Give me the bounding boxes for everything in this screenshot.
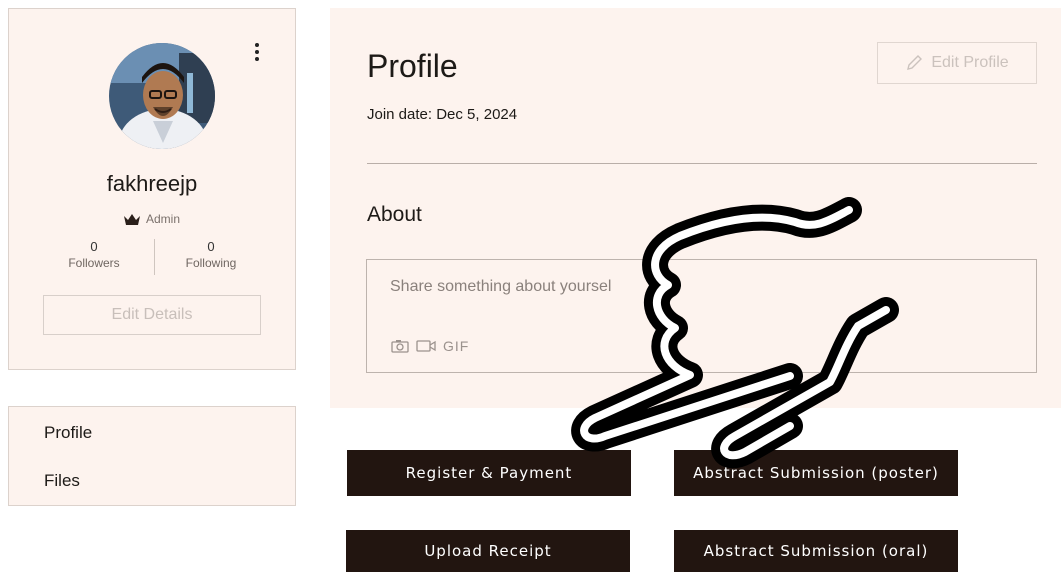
crown-icon <box>123 214 140 225</box>
edit-details-button[interactable]: Edit Details <box>43 295 261 335</box>
role-badge: Admin <box>9 212 295 226</box>
role-label: Admin <box>145 212 180 226</box>
stat-divider <box>154 239 155 275</box>
avatar-image <box>109 43 215 149</box>
more-vertical-icon[interactable] <box>249 39 265 65</box>
edit-profile-label: Edit Profile <box>931 54 1009 71</box>
register-payment-button[interactable]: Register & Payment <box>347 450 631 496</box>
video-icon[interactable] <box>416 339 436 353</box>
following-label: Following <box>185 256 237 270</box>
abstract-oral-button[interactable]: Abstract Submission (oral) <box>674 530 958 572</box>
about-placeholder: Share something about yoursel <box>390 278 612 295</box>
profile-panel: Profile Join date: Dec 5, 2024 Edit Prof… <box>330 8 1061 408</box>
following-count: 0 <box>207 239 215 254</box>
pencil-icon <box>907 55 923 70</box>
camera-icon[interactable] <box>391 339 409 353</box>
join-date: Join date: Dec 5, 2024 <box>367 106 518 123</box>
abstract-poster-button[interactable]: Abstract Submission (poster) <box>674 450 958 496</box>
media-toolbar: GIF <box>391 338 469 354</box>
side-menu: Profile Files <box>8 406 296 506</box>
page-title: Profile <box>367 48 458 84</box>
upload-receipt-button[interactable]: Upload Receipt <box>346 530 630 572</box>
avatar[interactable] <box>109 43 215 149</box>
gif-button[interactable]: GIF <box>443 338 469 354</box>
profile-card: fakhreejp Admin 0 Followers 0 Following … <box>8 8 296 370</box>
profile-username: fakhreejp <box>106 171 198 196</box>
about-input[interactable]: Share something about yoursel GIF <box>366 259 1037 373</box>
about-heading: About <box>367 203 422 226</box>
following-stat[interactable]: 0 Following <box>166 239 256 270</box>
menu-item-profile[interactable]: Profile <box>44 423 92 443</box>
edit-profile-button[interactable]: Edit Profile <box>877 42 1037 84</box>
followers-stat[interactable]: 0 Followers <box>49 239 139 270</box>
menu-item-files[interactable]: Files <box>44 471 80 491</box>
divider <box>367 163 1037 164</box>
followers-count: 0 <box>90 239 98 254</box>
followers-label: Followers <box>68 256 120 270</box>
